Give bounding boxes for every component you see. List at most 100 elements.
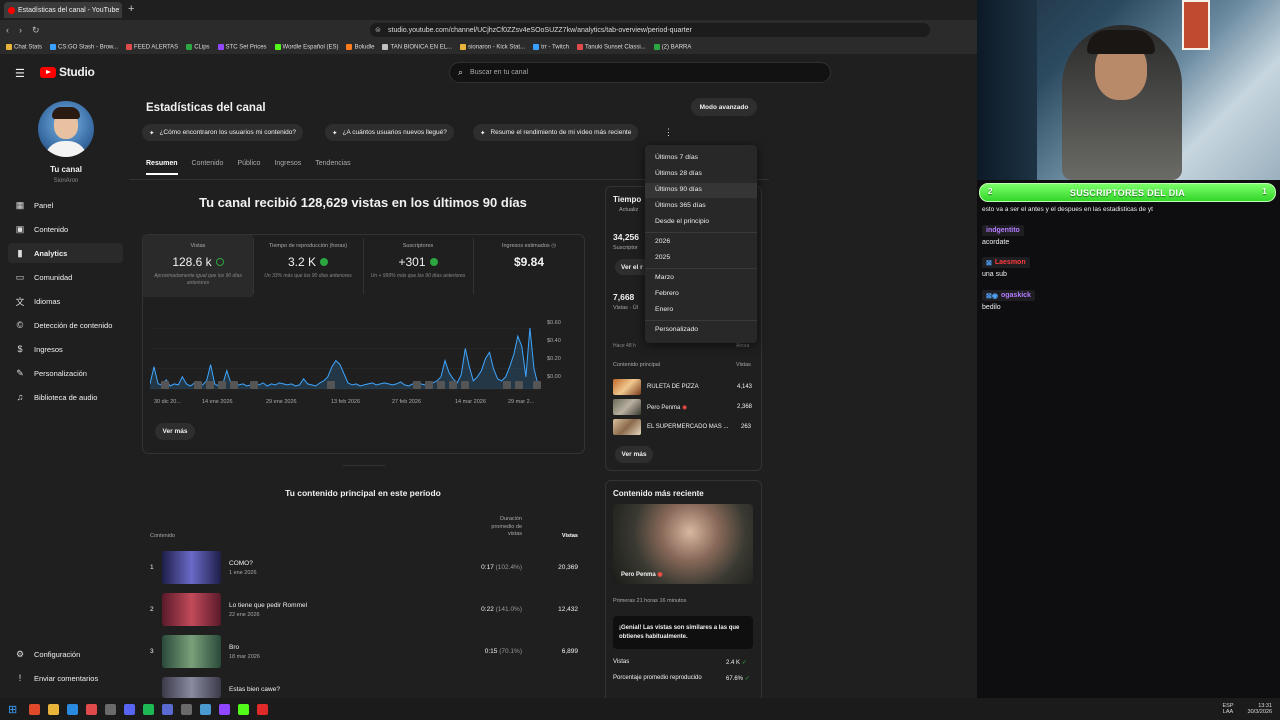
period-option-march[interactable]: Marzo — [655, 274, 674, 281]
bookmark-item[interactable]: TAN BIONICA EN EL... — [382, 43, 452, 50]
video-marker[interactable] — [161, 381, 169, 389]
sidebar-item-languages[interactable]: 文 Idiomas — [8, 291, 123, 311]
sidebar-item-settings[interactable]: ⚙ Configuración — [8, 644, 123, 664]
realtime-thumb-3[interactable] — [613, 419, 641, 435]
new-tab-icon[interactable]: + — [128, 3, 134, 15]
video-marker[interactable] — [230, 381, 238, 389]
menu-icon[interactable]: ☰ — [15, 67, 25, 80]
bookmark-item[interactable]: Tanuki Sunset Classi... — [576, 43, 646, 50]
reload-icon[interactable]: ↻ — [32, 25, 40, 36]
video-marker[interactable] — [533, 381, 541, 389]
url-field[interactable]: ⊜ studio.youtube.com/channel/UCjhzCf0ZZs… — [370, 23, 930, 37]
stat-watch-time[interactable]: Tiempo de reproducción (horas) 3.2 K Un … — [254, 235, 362, 297]
video-thumbnail[interactable] — [162, 593, 221, 626]
video-marker[interactable] — [449, 381, 457, 389]
app-icon[interactable] — [162, 703, 174, 715]
discord-icon[interactable] — [124, 703, 136, 715]
video-thumbnail[interactable] — [162, 677, 221, 698]
realtime-item-title[interactable]: EL SUPERMERCADO MAS ... — [647, 424, 728, 430]
period-option-2026[interactable]: 2026 — [655, 238, 670, 245]
app-icon[interactable] — [67, 703, 79, 715]
suggestion-chip-discovery[interactable]: ✦ ¿Cómo encontraron los usuarios mi conte… — [142, 124, 304, 141]
period-option-lifetime[interactable]: Desde el principio — [655, 218, 709, 225]
video-marker[interactable] — [425, 381, 433, 389]
see-more-button[interactable]: Ver más — [155, 423, 195, 440]
period-option-2025[interactable]: 2025 — [655, 254, 670, 261]
period-option-custom[interactable]: Personalizado — [655, 326, 698, 333]
sidebar-item-panel[interactable]: ▦ Panel — [8, 195, 123, 215]
video-marker[interactable] — [437, 381, 445, 389]
video-marker[interactable] — [194, 381, 202, 389]
site-info-icon[interactable]: ⊜ — [375, 26, 381, 34]
app-icon[interactable] — [86, 703, 98, 715]
channel-search[interactable]: ⌕ Buscar en tu canal — [449, 62, 831, 83]
realtime-thumb-2[interactable] — [613, 399, 641, 415]
period-option-28[interactable]: Últimos 28 días — [655, 170, 702, 177]
realtime-item-title[interactable]: Pero Penma ◉ — [647, 404, 687, 411]
app-icon[interactable] — [200, 703, 212, 715]
realtime-item-title[interactable]: RULETA DE PIZZA — [647, 384, 699, 390]
tab-content[interactable]: Contenido — [192, 160, 224, 175]
video-marker[interactable] — [413, 381, 421, 389]
advanced-mode-button[interactable]: Modo avanzado — [691, 98, 757, 116]
app-icon[interactable] — [105, 703, 117, 715]
bookmark-item[interactable]: Boludle — [346, 43, 374, 50]
video-marker[interactable] — [250, 381, 258, 389]
more-options-icon[interactable]: ⋮ — [664, 127, 673, 138]
bookmark-item[interactable]: (2) BARRA — [653, 43, 691, 50]
video-marker[interactable] — [515, 381, 523, 389]
sidebar-item-analytics[interactable]: ▮ Analytics — [8, 243, 123, 263]
bookmark-item[interactable]: STC Set Prices — [217, 43, 267, 50]
bookmark-item[interactable]: Wordle Español (ES) — [274, 43, 338, 50]
realtime-see-more-button[interactable]: Ver más — [615, 446, 653, 463]
suggestion-chip-new-viewers[interactable]: ✦ ¿A cuántos usuarios nuevos llegué? — [325, 124, 454, 141]
twitch-icon[interactable] — [219, 703, 231, 715]
video-thumbnail[interactable] — [162, 551, 221, 584]
kick-icon[interactable] — [238, 703, 250, 715]
period-option-365[interactable]: Últimos 365 días — [655, 202, 706, 209]
period-option-7[interactable]: Últimos 7 días — [655, 154, 698, 161]
windows-start-icon[interactable]: ⊞ — [8, 703, 17, 716]
stat-revenue[interactable]: Ingresos estimados ◷ $9.84 — [474, 235, 584, 297]
bookmark-item[interactable]: CS:GO Stash - Brow... — [50, 43, 118, 50]
tab-revenue[interactable]: Ingresos — [274, 160, 301, 175]
video-thumbnail[interactable] — [162, 635, 221, 668]
sidebar-item-content-detection[interactable]: © Detección de contenido — [8, 315, 123, 335]
bookmark-item[interactable]: sionaron - Kick Stat... — [460, 43, 525, 50]
tab-audience[interactable]: Público — [237, 160, 260, 175]
bookmark-item[interactable]: CLips — [186, 43, 210, 50]
back-icon[interactable]: ‹ — [6, 25, 9, 36]
sidebar-item-feedback[interactable]: ! Enviar comentarios — [8, 668, 123, 688]
brave-browser-icon[interactable] — [29, 703, 41, 715]
sidebar-item-earn[interactable]: $ Ingresos — [8, 339, 123, 359]
channel-avatar[interactable] — [38, 101, 94, 157]
stat-views[interactable]: Vistas 128.6 k Aproximadamente igual que… — [143, 235, 253, 297]
clock[interactable]: 13:31 30/3/2026 — [1248, 703, 1272, 715]
studio-logo[interactable]: Studio — [40, 65, 95, 79]
forward-icon[interactable]: › — [19, 25, 22, 36]
app-icon[interactable] — [257, 703, 269, 715]
sidebar-item-community[interactable]: ▭ Comunidad — [8, 267, 123, 287]
video-marker[interactable] — [503, 381, 511, 389]
realtime-thumb-1[interactable] — [613, 379, 641, 395]
language-indicator[interactable]: ESP LAA — [1223, 703, 1234, 715]
video-marker[interactable] — [206, 381, 214, 389]
spotify-icon[interactable] — [143, 703, 155, 715]
bookmark-item[interactable]: FEED ALERTAS — [126, 43, 178, 50]
sidebar-item-customization[interactable]: ✎ Personalización — [8, 363, 123, 383]
bookmark-item[interactable]: trr - Twitch — [533, 43, 569, 50]
period-option-january[interactable]: Enero — [655, 306, 673, 313]
tab-overview[interactable]: Resumen — [146, 160, 178, 175]
sidebar-item-audio-library[interactable]: ♫ Biblioteca de audio — [8, 387, 123, 407]
stat-subscribers[interactable]: Suscriptores +301 Un + 999% más que los … — [364, 235, 472, 297]
tab-trends[interactable]: Tendencias — [315, 160, 350, 175]
period-option-90[interactable]: Últimos 90 días — [655, 186, 702, 193]
sidebar-item-content[interactable]: ▣ Contenido — [8, 219, 123, 239]
file-explorer-icon[interactable] — [48, 703, 60, 715]
suggestion-chip-latest-video[interactable]: ✦ Resume el rendimiento de mi video más r… — [473, 124, 639, 141]
bookmark-item[interactable]: Chat Stats — [6, 43, 42, 50]
browser-tab[interactable]: Estadísticas del canal - YouTube × — [4, 2, 122, 18]
video-marker[interactable] — [218, 381, 226, 389]
video-marker[interactable] — [327, 381, 335, 389]
period-option-february[interactable]: Febrero — [655, 290, 679, 297]
